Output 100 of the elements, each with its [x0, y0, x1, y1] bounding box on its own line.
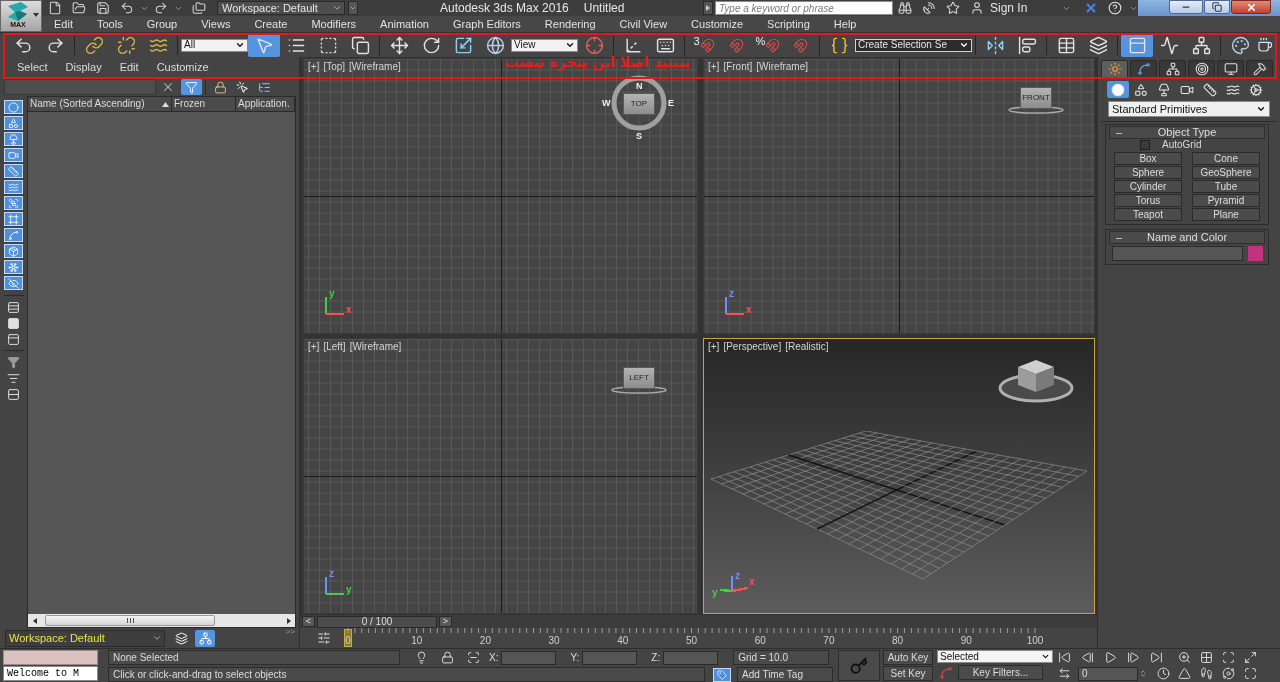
- viewcube[interactable]: LEFT: [623, 367, 655, 389]
- square-icon[interactable]: [7, 316, 20, 330]
- menu-item[interactable]: Graph Editors: [440, 18, 533, 30]
- menu-item[interactable]: Display: [56, 62, 111, 73]
- scan-line-icon[interactable]: [466, 651, 480, 664]
- filter-toggle[interactable]: [4, 132, 23, 146]
- menu-item[interactable]: Scripting: [755, 18, 822, 30]
- find-field[interactable]: [4, 79, 156, 95]
- globe-icon[interactable]: [485, 35, 505, 55]
- time-slider-track[interactable]: < 0 / 100 >: [300, 615, 1097, 628]
- viewcube[interactable]: FRONT: [1020, 87, 1052, 109]
- unlink-icon[interactable]: [116, 35, 136, 55]
- coordinate-field[interactable]: [501, 650, 557, 665]
- cross-icon[interactable]: [1084, 1, 1099, 15]
- ruler-icon[interactable]: [1203, 82, 1217, 97]
- workspace-dropdown[interactable]: Workspace: Default: [217, 1, 345, 15]
- viewcube[interactable]: TOP: [623, 93, 655, 115]
- primitive-button[interactable]: Cone: [1192, 152, 1260, 165]
- diagonal-arrows-icon[interactable]: [1243, 651, 1257, 664]
- filter-toggle[interactable]: [4, 212, 23, 226]
- braces-icon[interactable]: [829, 35, 849, 55]
- viewport-label[interactable]: [Realistic]: [785, 342, 829, 352]
- pulse-line-icon[interactable]: [1159, 35, 1179, 55]
- primitive-button[interactable]: Plane: [1192, 208, 1260, 221]
- move-icon[interactable]: [389, 35, 409, 55]
- lamp-icon[interactable]: [1157, 82, 1171, 97]
- command-panel-tab[interactable]: [1101, 60, 1128, 78]
- arrows-left-right-icon[interactable]: [1058, 667, 1071, 680]
- maxscript-output-field[interactable]: Welcome to M: [3, 666, 98, 681]
- tree-list-icon[interactable]: [258, 80, 271, 94]
- viewport-label[interactable]: [Top]: [323, 62, 346, 72]
- color-swatch-icon[interactable]: [1247, 246, 1263, 261]
- command-panel-tab[interactable]: [1217, 60, 1244, 78]
- orbit-icon[interactable]: [1221, 667, 1235, 680]
- viewport-label[interactable]: [+]: [308, 62, 320, 72]
- expand-toggle[interactable]: >>: [285, 628, 295, 636]
- filter-toggle[interactable]: [4, 196, 23, 210]
- viewport[interactable]: [+] [Perspective] [Realistic] z x y: [703, 338, 1095, 614]
- rollout-header[interactable]: – Object Type: [1109, 126, 1265, 139]
- menu-item[interactable]: Views: [189, 18, 243, 30]
- dropdown[interactable]: Create Selection Se: [855, 38, 972, 52]
- sign-in-link[interactable]: Sign In: [990, 2, 1028, 14]
- snap-toggle[interactable]: %: [752, 33, 784, 57]
- gear-icon[interactable]: [1249, 82, 1263, 97]
- filter-toggle[interactable]: [4, 244, 23, 258]
- align-icon[interactable]: [1017, 35, 1037, 55]
- compass-ring[interactable]: [611, 75, 667, 131]
- folder-icon[interactable]: [72, 1, 86, 15]
- tool-button[interactable]: [195, 629, 215, 647]
- palette-icon[interactable]: [1230, 35, 1250, 55]
- keyboard-icon[interactable]: [655, 35, 675, 55]
- star-icon[interactable]: [946, 1, 960, 15]
- command-panel-tab[interactable]: [1246, 60, 1273, 78]
- rotate-icon[interactable]: [421, 35, 441, 55]
- link-icon[interactable]: [84, 35, 104, 55]
- rows-icon[interactable]: [7, 300, 20, 314]
- primitive-button[interactable]: Teapot: [1114, 208, 1182, 221]
- next-frame-button[interactable]: >: [439, 616, 452, 627]
- primitive-button[interactable]: Pyramid: [1192, 194, 1260, 207]
- crosshair-icon[interactable]: [584, 35, 604, 55]
- column-header[interactable]: Frozen: [172, 97, 236, 111]
- menu-item[interactable]: Help: [821, 18, 869, 30]
- menu-item[interactable]: Edit: [110, 62, 148, 73]
- cup-icon[interactable]: [1257, 37, 1273, 53]
- user-icon[interactable]: [970, 1, 984, 15]
- auto-key-button[interactable]: Auto Key: [883, 650, 933, 665]
- coordinate-field[interactable]: [582, 650, 638, 665]
- scale-icon[interactable]: [453, 35, 473, 55]
- current-frame-field[interactable]: 0: [1078, 666, 1138, 681]
- menu-item[interactable]: Modifiers: [299, 18, 369, 30]
- folders-icon[interactable]: [192, 1, 206, 15]
- primitive-button[interactable]: GeoSphere: [1192, 166, 1260, 179]
- command-panel-tab[interactable]: [1130, 60, 1157, 78]
- spinner-icon[interactable]: [1139, 667, 1147, 680]
- pointer-click-icon[interactable]: [236, 80, 249, 94]
- satellite-dish-icon[interactable]: [922, 1, 936, 15]
- viewport-label[interactable]: [Left]: [323, 342, 346, 352]
- primitive-button[interactable]: Torus: [1114, 194, 1182, 207]
- filter-toggle[interactable]: [4, 164, 23, 178]
- file-icon[interactable]: [48, 1, 62, 15]
- grid-icon[interactable]: [1199, 651, 1213, 664]
- viewport-label[interactable]: [Wireframe]: [756, 62, 808, 72]
- primitive-button[interactable]: Sphere: [1114, 166, 1182, 179]
- primitive-button[interactable]: Tube: [1192, 180, 1260, 193]
- step-back-icon[interactable]: [1081, 651, 1094, 664]
- menu-item[interactable]: Edit: [42, 18, 85, 30]
- rollout-header[interactable]: – Name and Color: [1109, 231, 1265, 244]
- step-forward-icon[interactable]: [1127, 651, 1140, 664]
- panel-icon[interactable]: [7, 332, 20, 346]
- filter-toggle[interactable]: [4, 276, 23, 290]
- shapes-icon[interactable]: [1134, 82, 1148, 97]
- menu-item[interactable]: Animation: [368, 18, 441, 30]
- menu-item[interactable]: Select: [8, 62, 57, 73]
- layers-icon[interactable]: [174, 631, 188, 645]
- object-name-field[interactable]: [1111, 246, 1243, 261]
- sliders-icon[interactable]: [315, 631, 333, 645]
- column-header[interactable]: Name (Sorted Ascending): [28, 97, 172, 111]
- network-icon[interactable]: [1191, 35, 1211, 55]
- dropdown[interactable]: All: [181, 38, 248, 52]
- primitive-button[interactable]: Box: [1114, 152, 1182, 165]
